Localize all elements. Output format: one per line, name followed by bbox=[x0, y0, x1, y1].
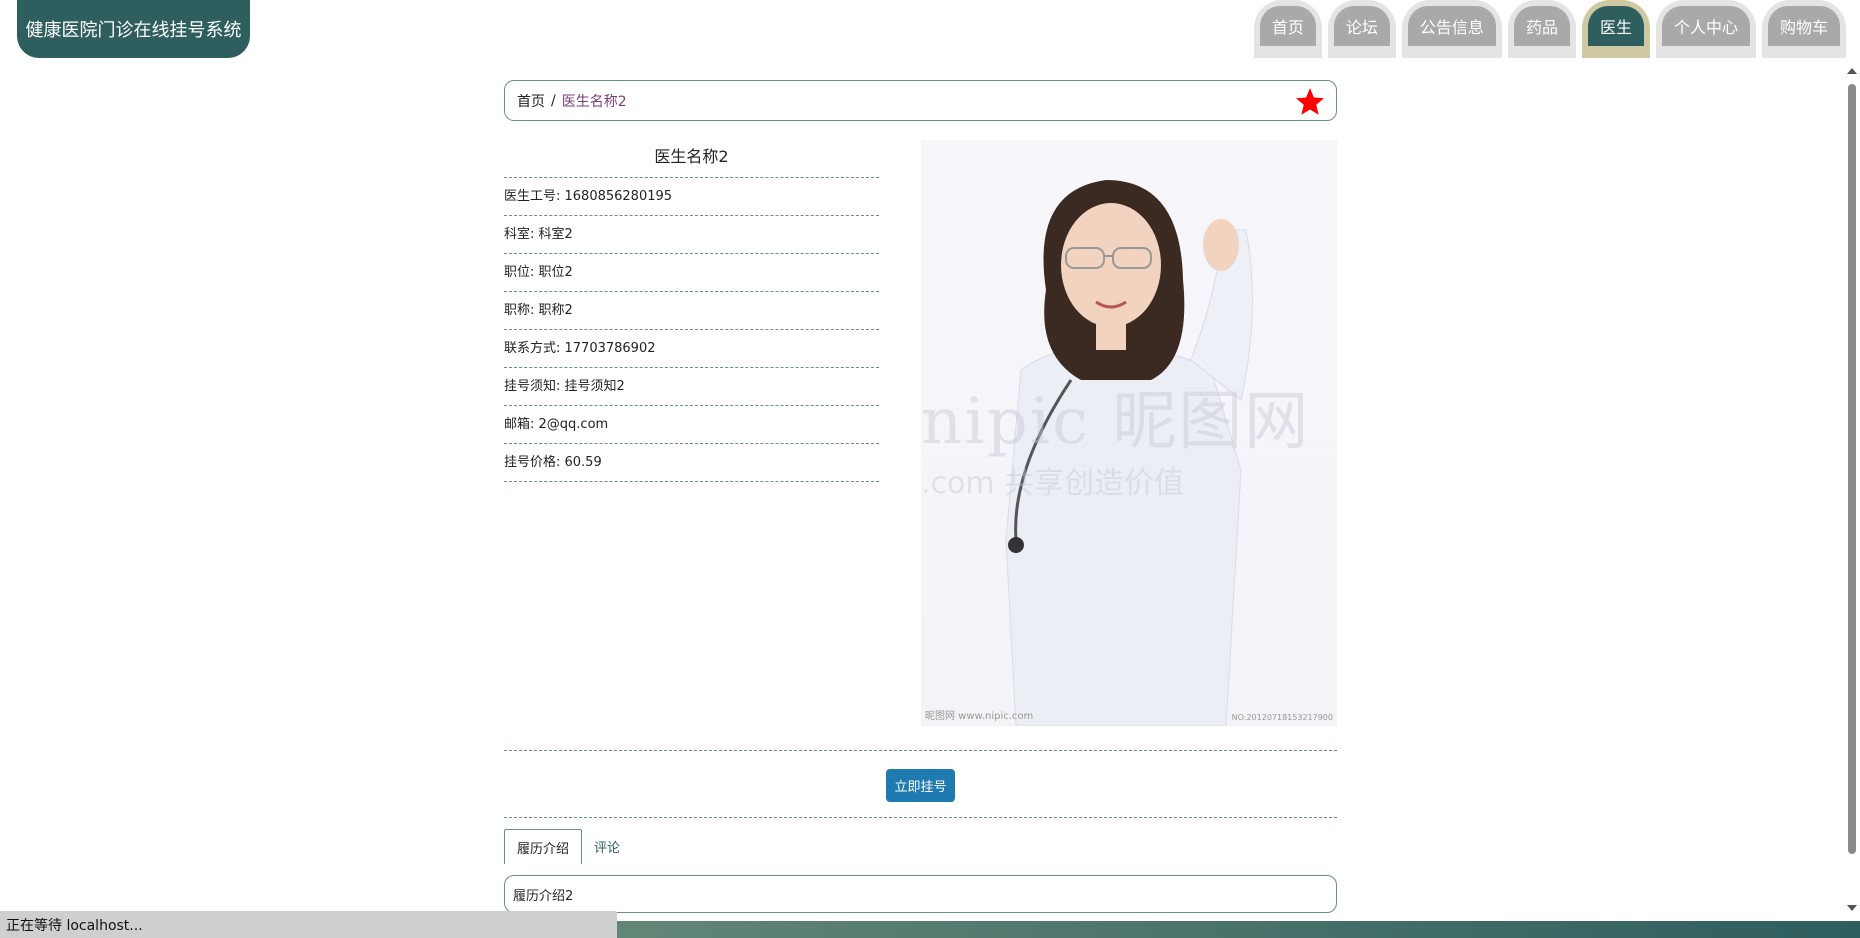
nav-doctor[interactable]: 医生 bbox=[1581, 0, 1650, 58]
breadcrumb-home[interactable]: 首页 bbox=[517, 91, 545, 111]
field-notice: 挂号须知: 挂号须知2 bbox=[504, 368, 879, 406]
photo-watermark: nipic 昵图网 bbox=[921, 385, 1311, 459]
nav-cart[interactable]: 购物车 bbox=[1761, 0, 1846, 58]
field-department: 科室: 科室2 bbox=[504, 216, 879, 254]
photo-credit: 昵图网 www.nipic.com bbox=[925, 711, 1034, 722]
app-brand[interactable]: 健康医院门诊在线挂号系统 bbox=[17, 0, 250, 58]
main-nav: 首页 论坛 公告信息 药品 医生 个人中心 购物车 bbox=[1253, 0, 1846, 58]
nav-profile[interactable]: 个人中心 bbox=[1655, 0, 1756, 58]
photo-watermark-sub: .com 共享创造价值 bbox=[921, 466, 1185, 501]
tab-comments[interactable]: 评论 bbox=[582, 829, 632, 864]
field-price: 挂号价格: 60.59 bbox=[504, 444, 879, 482]
nav-cart-label[interactable]: 购物车 bbox=[1767, 6, 1840, 46]
field-employee-id: 医生工号: 1680856280195 bbox=[504, 178, 879, 216]
nav-home-label[interactable]: 首页 bbox=[1259, 6, 1316, 46]
browser-status-bar: 正在等待 localhost... bbox=[0, 911, 617, 938]
field-contact: 联系方式: 17703786902 bbox=[504, 330, 879, 368]
resume-text: 履历介绍2 bbox=[513, 888, 574, 904]
section-divider bbox=[504, 817, 1337, 818]
nav-medicine-label[interactable]: 药品 bbox=[1513, 6, 1570, 46]
scroll-down-arrow-icon[interactable] bbox=[1847, 905, 1857, 911]
doctor-photo: nipic 昵图网 .com 共享创造价值 昵图网 www.nipic.com … bbox=[921, 140, 1337, 726]
nav-announcements[interactable]: 公告信息 bbox=[1401, 0, 1502, 58]
section-divider bbox=[504, 750, 1337, 751]
nav-home[interactable]: 首页 bbox=[1253, 0, 1322, 58]
field-position: 职位: 职位2 bbox=[504, 254, 879, 292]
field-title: 职称: 职称2 bbox=[504, 292, 879, 330]
nav-announcements-label[interactable]: 公告信息 bbox=[1407, 6, 1496, 46]
nav-forum[interactable]: 论坛 bbox=[1327, 0, 1396, 58]
doctor-info-list: 医生名称2 医生工号: 1680856280195 科室: 科室2 职位: 职位… bbox=[504, 140, 879, 482]
breadcrumb-current: 医生名称2 bbox=[561, 93, 627, 110]
breadcrumb-separator: / bbox=[551, 92, 556, 109]
book-now-button[interactable]: 立即挂号 bbox=[886, 769, 955, 802]
scroll-up-arrow-icon[interactable] bbox=[1847, 68, 1857, 74]
photo-id: NO:20120718153217900 bbox=[1231, 713, 1333, 722]
nav-forum-label[interactable]: 论坛 bbox=[1333, 6, 1390, 46]
nav-profile-label[interactable]: 个人中心 bbox=[1661, 6, 1750, 46]
doctor-name: 医生名称2 bbox=[504, 140, 879, 178]
field-email: 邮箱: 2@qq.com bbox=[504, 406, 879, 444]
scroll-thumb[interactable] bbox=[1848, 84, 1856, 854]
tab-resume[interactable]: 履历介绍 bbox=[504, 829, 583, 864]
breadcrumb: 首页 / 医生名称2 bbox=[504, 80, 1337, 121]
detail-tabs: 履历介绍 评论 bbox=[504, 829, 632, 864]
nav-doctor-label[interactable]: 医生 bbox=[1587, 6, 1644, 46]
tab-content-panel: 履历介绍2 bbox=[504, 875, 1337, 913]
nav-medicine[interactable]: 药品 bbox=[1507, 0, 1576, 58]
favorite-star-icon[interactable] bbox=[1294, 86, 1326, 118]
page-scrollbar[interactable] bbox=[1844, 62, 1860, 917]
